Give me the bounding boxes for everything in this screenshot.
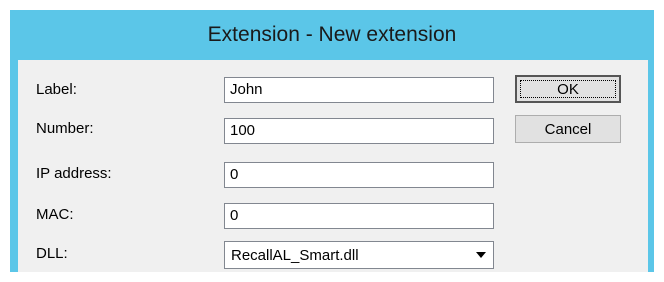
dialog-title: Extension - New extension	[207, 23, 457, 46]
dialog-title-bar[interactable]: Extension - New extension	[10, 10, 654, 60]
dialog-window: Extension - New extension Label: John Nu…	[10, 10, 654, 272]
mac-caption: MAC:	[36, 206, 74, 223]
dll-select[interactable]: RecallAL_Smart.dll	[224, 241, 494, 269]
ip-address-input[interactable]: 0	[224, 162, 494, 188]
mac-input[interactable]: 0	[224, 203, 494, 229]
ip-address-caption: IP address:	[36, 165, 112, 182]
dialog-body: Label: John Number: 100 IP address: 0 MA…	[18, 60, 648, 272]
dll-selected-value: RecallAL_Smart.dll	[231, 247, 359, 264]
cancel-button-label: Cancel	[544, 120, 592, 138]
focus-rectangle	[520, 80, 616, 98]
label-input[interactable]: John	[224, 77, 494, 103]
cancel-button[interactable]: Cancel	[515, 115, 621, 143]
number-caption: Number:	[36, 120, 94, 137]
number-input[interactable]: 100	[224, 118, 494, 144]
chevron-down-icon[interactable]	[471, 244, 491, 266]
ok-button[interactable]: OK	[515, 75, 621, 103]
label-caption: Label:	[36, 81, 77, 98]
dll-caption: DLL:	[36, 245, 68, 262]
